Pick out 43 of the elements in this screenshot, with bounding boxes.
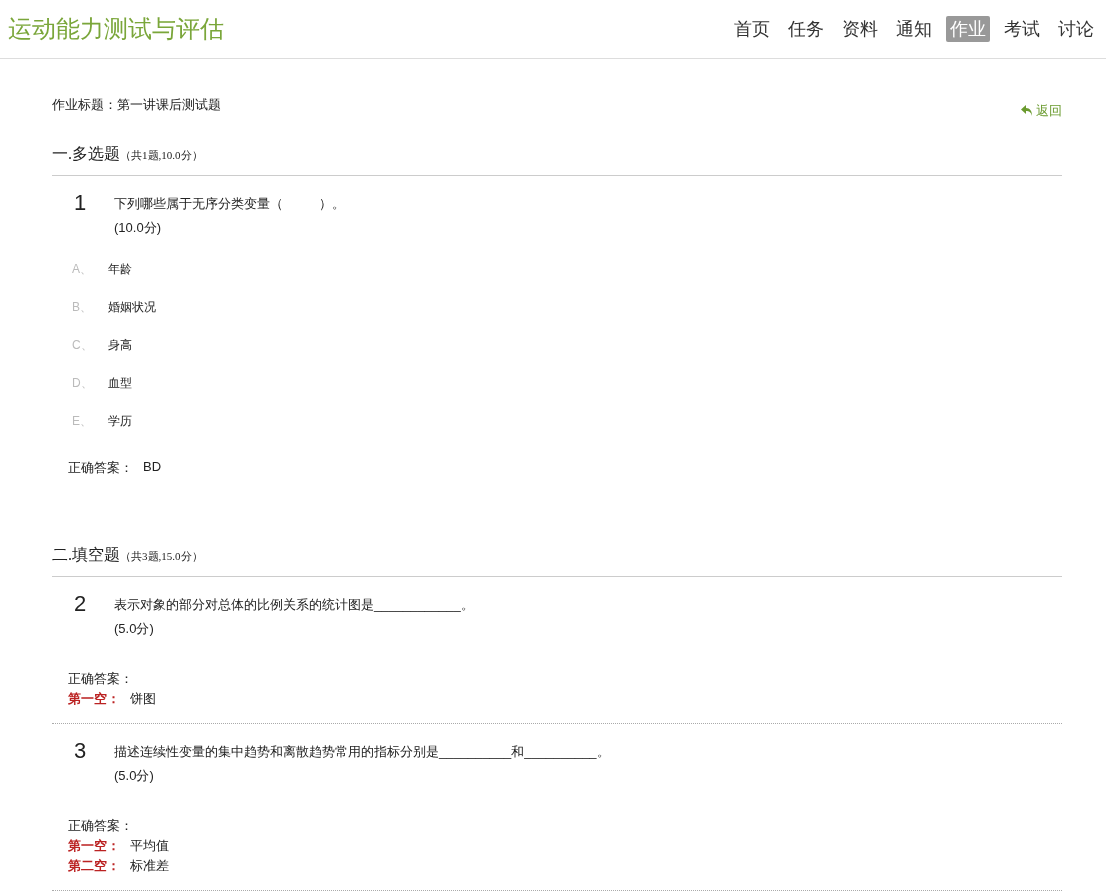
question-number: 3 bbox=[73, 738, 88, 765]
option-text: 婚姻状况 bbox=[108, 299, 156, 316]
option-letter: E、 bbox=[72, 413, 93, 430]
option-letter: C、 bbox=[72, 337, 94, 354]
answer-value: BD bbox=[143, 459, 162, 476]
question-score: (10.0分) bbox=[114, 219, 162, 237]
nav-tab[interactable]: 资料 bbox=[838, 16, 882, 42]
option-letter: A、 bbox=[72, 261, 93, 278]
answer-label: 正确答案： bbox=[68, 670, 134, 688]
option-text: 年龄 bbox=[108, 261, 132, 278]
question-score: (5.0分) bbox=[114, 620, 155, 638]
nav-tab[interactable]: 通知 bbox=[892, 16, 936, 42]
section-summary: （共1题,10.0分） bbox=[120, 148, 203, 163]
site-title: 运动能力测试与评估 bbox=[8, 14, 224, 44]
question-score: (5.0分) bbox=[114, 767, 155, 785]
blank-answer: 标准差 bbox=[130, 857, 169, 875]
question-text: 表示对象的部分对总体的比例关系的统计图是____________。 bbox=[114, 596, 474, 614]
nav-tab[interactable]: 任务 bbox=[784, 16, 828, 42]
blank-label: 第一空： bbox=[68, 837, 120, 855]
blank-label: 第二空： bbox=[68, 857, 120, 875]
nav-tab[interactable]: 考试 bbox=[1000, 16, 1044, 42]
blank-label: 第一空： bbox=[68, 690, 120, 708]
question-number: 1 bbox=[73, 190, 88, 217]
section-summary: （共3题,15.0分） bbox=[120, 549, 203, 564]
nav-tab[interactable]: 首页 bbox=[730, 16, 774, 42]
option-text: 学历 bbox=[108, 413, 132, 430]
question-text: 下列哪些属于无序分类变量（ ）。 bbox=[114, 195, 346, 213]
option-letter: D、 bbox=[72, 375, 94, 392]
option-text: 血型 bbox=[108, 375, 132, 392]
answer-label: 正确答案： bbox=[68, 459, 133, 477]
blank-answer: 饼图 bbox=[130, 690, 156, 708]
option-text: 身高 bbox=[108, 337, 132, 354]
nav-tab[interactable]: 讨论 bbox=[1054, 16, 1098, 42]
section-title: 二.填空题 bbox=[52, 545, 120, 565]
back-arrow-icon bbox=[1020, 104, 1034, 118]
question-text: 描述连续性变量的集中趋势和离散趋势常用的指标分别是__________和__________。 bbox=[114, 743, 610, 761]
question-number: 2 bbox=[73, 591, 88, 618]
option-letter: B、 bbox=[72, 299, 93, 316]
assignment-title: 作业标题：第一讲课后测试题 bbox=[52, 96, 221, 114]
answer-label: 正确答案： bbox=[68, 817, 134, 835]
blank-answer: 平均值 bbox=[130, 837, 169, 855]
section-title: 一.多选题 bbox=[52, 144, 120, 164]
back-link[interactable]: 返回 bbox=[1020, 102, 1062, 120]
